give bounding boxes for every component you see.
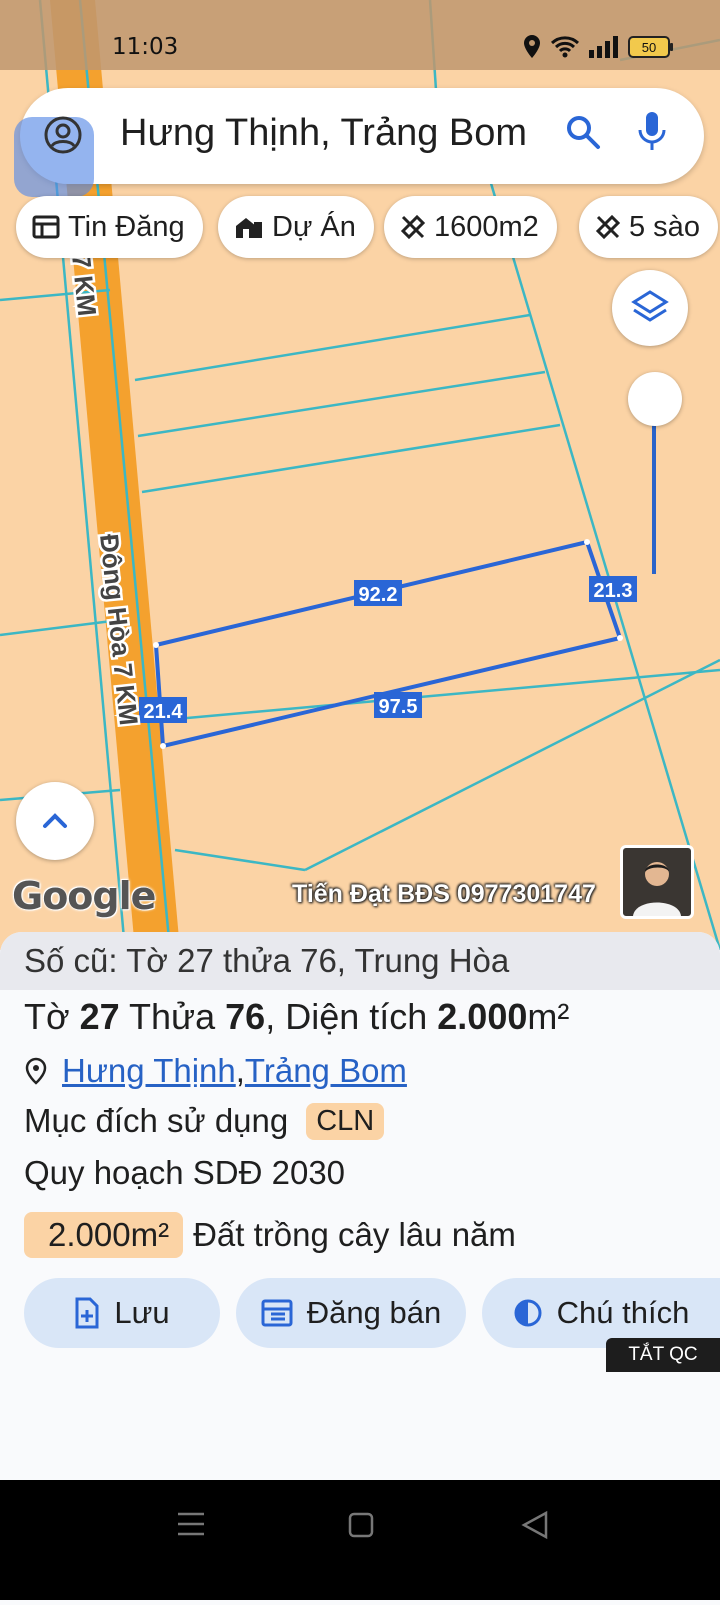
zoom-slider-track[interactable] — [652, 404, 656, 574]
chip-du-an[interactable]: Dự Án — [218, 196, 374, 258]
area-unit: m² — [527, 996, 570, 1037]
avatar-photo — [633, 862, 681, 916]
listing-icon — [261, 1299, 293, 1327]
save-label: Lưu — [114, 1295, 170, 1330]
land-use-row: Mục đích sử dụng CLN — [24, 1102, 385, 1140]
ruler-icon — [400, 214, 426, 240]
land-use-label: Mục đích sử dụng — [24, 1102, 289, 1139]
avatar[interactable] — [620, 845, 694, 919]
save-button[interactable]: Lưu — [24, 1278, 220, 1348]
account-icon[interactable] — [44, 116, 82, 154]
watermark: Tiến Đạt BĐS 0977301747 — [292, 880, 596, 908]
battery-indicator: 50 — [628, 36, 673, 58]
parcel-number: 76 — [225, 996, 266, 1037]
zone-row: 2.000m² Đất trồng cây lâu năm — [24, 1212, 516, 1258]
chip-area-1600[interactable]: 1600m2 — [384, 196, 557, 258]
old-info-text: Số cũ: Tờ 27 thửa 76, Trung Hòa — [24, 942, 510, 979]
parcel-label: Thửa — [119, 996, 226, 1037]
edge-label-top: 92.2 — [359, 584, 398, 606]
chip-label: 1600m2 — [434, 210, 539, 243]
road-label-top: 7 KM — [66, 252, 102, 317]
system-nav-bar — [0, 1480, 720, 1600]
legend-label: Chú thích — [556, 1295, 690, 1330]
edge-label-bottom: 97.5 — [379, 696, 418, 718]
parcel-title: Tờ 27 Thửa 76, Diện tích 2.000m² — [24, 996, 569, 1038]
chip-label: 5 sào — [629, 210, 700, 243]
listing-icon — [32, 215, 60, 239]
zoom-slider-thumb[interactable] — [628, 372, 682, 426]
status-icons: 50 — [522, 34, 673, 60]
sheet-label: Tờ — [24, 996, 80, 1037]
zone-area-badge: 2.000m² — [24, 1212, 184, 1258]
filter-chips: Tin Đăng Dự Án 1600m2 5 sào — [16, 196, 720, 258]
area-label: , Diện tích — [265, 996, 438, 1037]
address-separator: , — [235, 1052, 245, 1089]
status-bar: 11:03 50 — [0, 0, 720, 70]
ads-off-button[interactable]: TẮT QC — [606, 1338, 720, 1372]
search-icon[interactable] — [565, 114, 601, 150]
planning-title: Quy hoạch SDĐ 2030 — [24, 1154, 346, 1191]
layers-button[interactable] — [612, 270, 688, 346]
ward-link[interactable]: Hưng Thịnh — [62, 1052, 236, 1090]
ruler-icon — [595, 214, 621, 240]
status-time: 11:03 — [112, 34, 179, 60]
chip-tin-dang[interactable]: Tin Đăng — [16, 196, 203, 258]
signal-icon — [589, 36, 618, 58]
old-info-bar: Số cũ: Tờ 27 thửa 76, Trung Hòa — [0, 932, 720, 990]
chip-label: Dự Án — [272, 210, 356, 243]
edge-label-left: 21.4 — [144, 701, 184, 723]
add-file-icon — [75, 1297, 99, 1329]
chip-area-5-sao[interactable]: 5 sào — [579, 196, 718, 258]
chip-label: Tin Đăng — [68, 210, 185, 243]
edge-label-right: 21.3 — [594, 580, 633, 602]
expand-up-button[interactable] — [16, 782, 94, 860]
area-value: 2.000 — [437, 996, 528, 1037]
zone-description: Đất trồng cây lâu năm — [193, 1216, 516, 1253]
nav-buttons — [178, 1510, 548, 1540]
mic-icon[interactable] — [637, 110, 667, 154]
location-pin-icon — [25, 1057, 47, 1085]
sheet-number: 27 — [79, 996, 120, 1037]
battery-level: 50 — [641, 39, 657, 55]
menu-icon[interactable] — [178, 1512, 204, 1536]
address-row: Hưng Thịnh, Trảng Bom — [24, 1052, 407, 1090]
google-logo: Google — [12, 874, 156, 918]
search-input[interactable]: Hưng Thịnh, Trảng Bom — [120, 112, 527, 155]
layers-icon — [631, 290, 669, 322]
district-link[interactable]: Trảng Bom — [245, 1052, 407, 1090]
location-icon — [524, 35, 540, 58]
building-icon — [236, 218, 262, 238]
contrast-icon — [514, 1299, 542, 1327]
post-sale-label: Đăng bán — [306, 1295, 442, 1330]
post-sale-button[interactable]: Đăng bán — [236, 1278, 466, 1348]
back-icon[interactable] — [521, 1510, 548, 1540]
land-use-badge: CLN — [306, 1102, 385, 1140]
home-icon[interactable] — [348, 1512, 374, 1538]
wifi-icon — [550, 36, 580, 58]
chevron-up-icon — [43, 813, 67, 828]
